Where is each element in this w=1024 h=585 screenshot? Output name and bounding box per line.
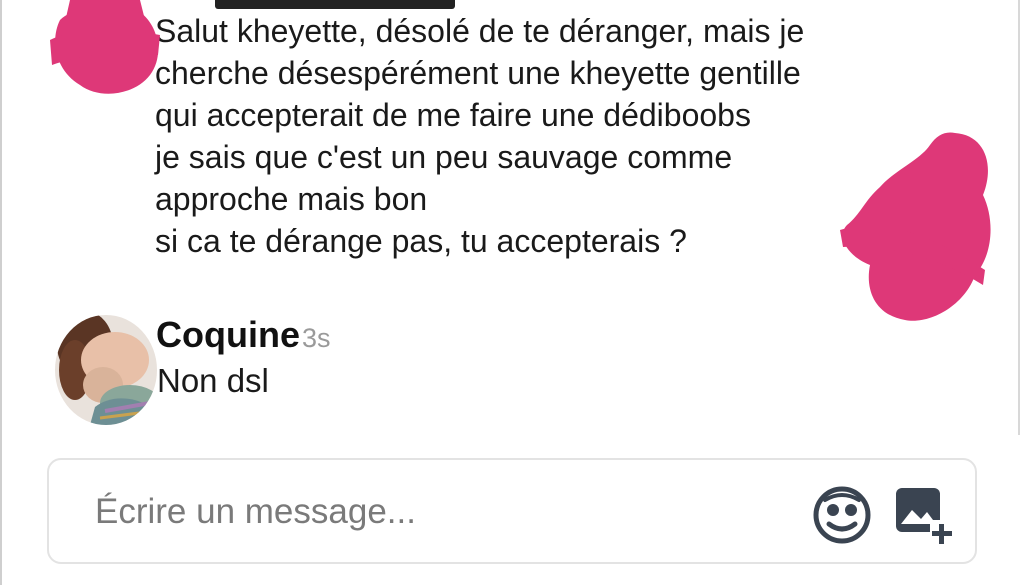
message-timestamp: 3s bbox=[301, 323, 331, 353]
reply-message-text: Non dsl bbox=[157, 362, 269, 399]
avatar-image bbox=[55, 315, 157, 425]
redaction-scribble bbox=[50, 0, 160, 94]
message-input[interactable] bbox=[95, 484, 775, 540]
add-image-button[interactable] bbox=[892, 486, 954, 548]
emoji-icon bbox=[813, 486, 871, 544]
message-line: cherche désespérément une kheyette genti… bbox=[155, 55, 801, 91]
scrollbar-track[interactable] bbox=[1018, 0, 1020, 435]
message-line: Salut kheyette, désolé de te déranger, m… bbox=[155, 13, 805, 49]
message-composer bbox=[47, 458, 977, 564]
left-border bbox=[0, 0, 2, 585]
sender-name[interactable]: Coquine bbox=[156, 314, 300, 355]
redaction-scribble bbox=[840, 132, 991, 321]
avatar[interactable] bbox=[55, 315, 157, 425]
emoji-button[interactable] bbox=[811, 486, 873, 544]
chat-screen: Salut kheyette, désolé de te déranger, m… bbox=[0, 0, 1024, 585]
add-image-icon bbox=[896, 488, 954, 544]
reply-header: Coquine3s bbox=[156, 314, 331, 356]
